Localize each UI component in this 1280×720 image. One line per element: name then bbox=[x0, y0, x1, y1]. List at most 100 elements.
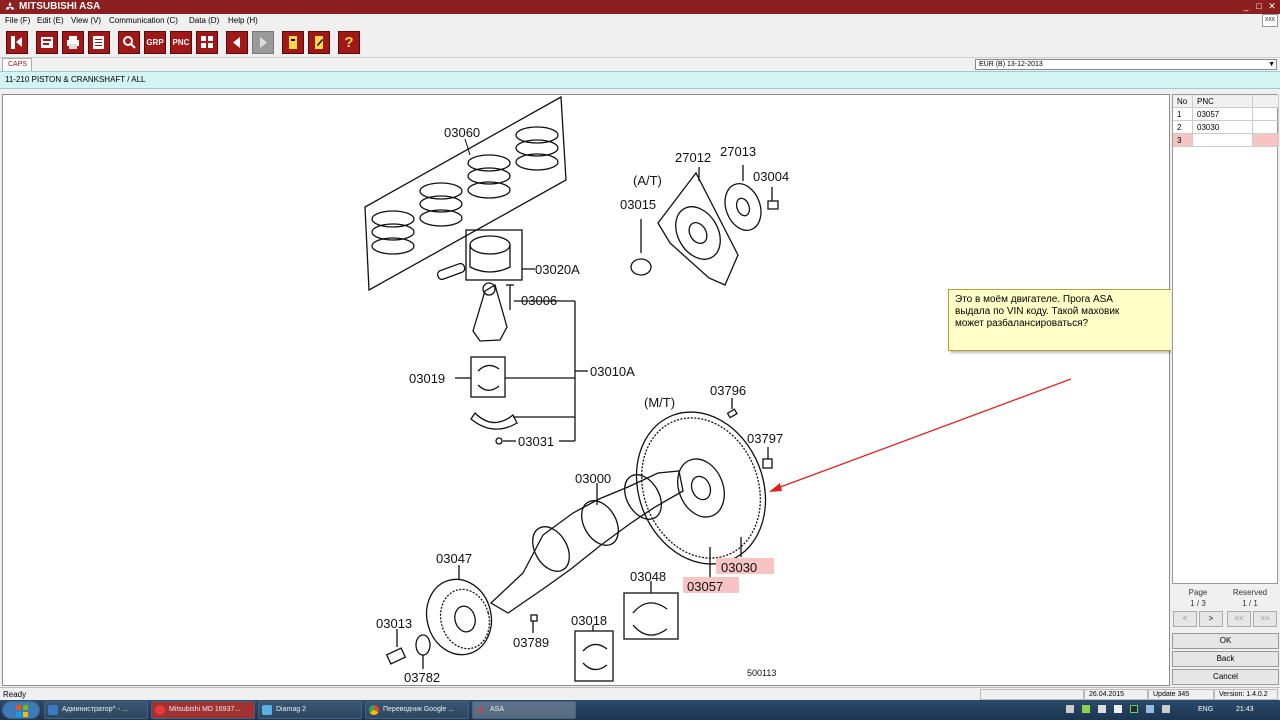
label-03048: 03048 bbox=[630, 569, 666, 584]
washer bbox=[415, 634, 431, 656]
taskbar-item-diamag-label: Diamag 2 bbox=[276, 706, 306, 713]
tray-app-icon[interactable] bbox=[1066, 705, 1074, 713]
drive-plate bbox=[657, 171, 739, 286]
piston-box bbox=[465, 229, 523, 281]
next-page-button[interactable]: > bbox=[1199, 611, 1223, 627]
table-row-1-pnc[interactable]: 03057 bbox=[1193, 108, 1253, 121]
toolbar-prev-button[interactable] bbox=[226, 31, 248, 54]
taskbar-item-admin-label: Администратор^ - ... bbox=[62, 706, 128, 713]
table-row-2-pnc[interactable]: 03030 bbox=[1193, 121, 1253, 134]
toolbar-memo-button[interactable] bbox=[282, 31, 304, 54]
memo-pin-icon bbox=[289, 36, 297, 49]
menu-edit[interactable]: Edit (E) bbox=[37, 16, 64, 25]
start-button[interactable] bbox=[2, 701, 40, 719]
status-ready: Ready bbox=[3, 690, 27, 699]
key bbox=[530, 614, 538, 622]
folder-window-icon bbox=[48, 705, 58, 715]
toolbar-list-button[interactable] bbox=[88, 31, 110, 54]
column-header-pnc[interactable]: PNC bbox=[1193, 95, 1253, 108]
table-row-1-no[interactable]: 1 bbox=[1173, 108, 1193, 121]
toolbar-memo2-button[interactable] bbox=[308, 31, 330, 54]
tray-volume-icon[interactable] bbox=[1162, 705, 1170, 713]
bearing-box bbox=[470, 356, 506, 398]
toolbar-grid-button[interactable] bbox=[196, 31, 218, 54]
toolbar-grp-button[interactable]: GRP bbox=[144, 31, 166, 54]
label-03030[interactable]: 03030 bbox=[721, 560, 757, 575]
toolbar-help-button[interactable]: ? bbox=[338, 31, 360, 54]
annotation-arrow-head bbox=[769, 483, 782, 492]
first-page-button[interactable]: << bbox=[1227, 611, 1251, 627]
taskbar-item-asa[interactable]: ASA bbox=[472, 701, 576, 719]
toolbar-pnc-button[interactable]: PNC bbox=[170, 31, 192, 54]
page-label: Page bbox=[1188, 588, 1208, 597]
memo-edit-icon bbox=[315, 36, 323, 49]
grid-icon bbox=[201, 36, 213, 48]
exit-door-icon bbox=[11, 36, 22, 49]
table-row-3-extra[interactable] bbox=[1253, 134, 1279, 147]
taskbar: Администратор^ - ... Mitsubishi MD 16937… bbox=[0, 700, 1280, 720]
close-button[interactable]: ✕ bbox=[1266, 1, 1278, 12]
prev-page-button[interactable]: < bbox=[1173, 611, 1197, 627]
table-row-3-no[interactable]: 3 bbox=[1173, 134, 1193, 147]
taskbar-item-admin[interactable]: Администратор^ - ... bbox=[44, 701, 148, 719]
tray-language[interactable]: ENG bbox=[1198, 706, 1213, 713]
label-03015: 03015 bbox=[620, 197, 656, 212]
taskbar-item-mitsubishi[interactable]: Mitsubishi MD 16937... bbox=[151, 701, 255, 719]
toolbar-print-button[interactable] bbox=[62, 31, 84, 54]
label-03057[interactable]: 03057 bbox=[687, 579, 723, 594]
label-03031: 03031 bbox=[518, 434, 554, 449]
toolbar-exit-button[interactable] bbox=[6, 31, 28, 54]
menu-data[interactable]: Data (D) bbox=[189, 16, 219, 25]
arrow-right-icon bbox=[260, 37, 267, 48]
tray-network-icon[interactable] bbox=[1082, 705, 1090, 713]
crank-pulley bbox=[425, 578, 493, 656]
tray-signal-icon[interactable] bbox=[1146, 705, 1154, 713]
tab-caps[interactable]: CAPS bbox=[2, 58, 32, 71]
taskbar-item-diamag[interactable]: Diamag 2 bbox=[258, 701, 362, 719]
printer-icon bbox=[67, 36, 79, 49]
windows-logo-icon bbox=[16, 705, 28, 717]
column-header-no[interactable]: No bbox=[1173, 95, 1193, 108]
menu-communication[interactable]: Communication (C) bbox=[109, 16, 178, 25]
piston-rings bbox=[371, 126, 559, 255]
system-tray: ENG 21:43 bbox=[1060, 700, 1280, 720]
label-27012: 27012 bbox=[675, 150, 711, 165]
toolbar-catalog-button[interactable] bbox=[36, 31, 58, 54]
toolbar-search-button[interactable] bbox=[118, 31, 140, 54]
tray-monitor-icon[interactable] bbox=[1130, 705, 1138, 713]
taskbar-item-translator[interactable]: Переводчик Google ... bbox=[365, 701, 469, 719]
pulley-bolt bbox=[385, 647, 407, 665]
label-03004: 03004 bbox=[753, 169, 789, 184]
label-03010a: 03010A bbox=[590, 364, 635, 379]
label-03060: 03060 bbox=[444, 125, 480, 140]
last-page-button[interactable]: >> bbox=[1253, 611, 1277, 627]
status-version: Version: 1.4.0.2 bbox=[1214, 689, 1278, 700]
ok-button[interactable]: OK bbox=[1172, 633, 1279, 649]
menu-view[interactable]: View (V) bbox=[71, 16, 101, 25]
tray-tools-icon[interactable] bbox=[1098, 705, 1106, 713]
minimize-button[interactable]: _ bbox=[1240, 1, 1252, 12]
tray-clock[interactable]: 21:43 bbox=[1236, 706, 1254, 713]
toolbar-next-button[interactable] bbox=[252, 31, 274, 54]
table-row-2-no[interactable]: 2 bbox=[1173, 121, 1193, 134]
region-select-value: EUR (B) 13-12-2013 bbox=[979, 61, 1043, 68]
menu-help[interactable]: Help (H) bbox=[228, 16, 258, 25]
maximize-button[interactable]: □ bbox=[1253, 1, 1265, 12]
back-button[interactable]: Back bbox=[1172, 651, 1279, 667]
column-header-blank bbox=[1253, 95, 1279, 108]
tray-usb-icon[interactable] bbox=[1114, 705, 1122, 713]
cancel-button[interactable]: Cancel bbox=[1172, 669, 1279, 685]
label-03782: 03782 bbox=[404, 670, 440, 685]
label-03020a: 03020A bbox=[535, 262, 580, 277]
diamag-app-icon bbox=[262, 705, 272, 715]
menu-file[interactable]: File (F) bbox=[5, 16, 30, 25]
table-row-2-extra[interactable] bbox=[1253, 121, 1279, 134]
table-row-1-extra[interactable] bbox=[1253, 108, 1279, 121]
search-icon bbox=[123, 36, 136, 49]
menu-bar: File (F) Edit (E) View (V) Communication… bbox=[0, 14, 1280, 28]
thrust-bearing-box bbox=[574, 630, 614, 682]
label-03006: 03006 bbox=[521, 293, 557, 308]
region-select[interactable]: EUR (B) 13-12-2013 ▼ bbox=[975, 59, 1277, 70]
table-row-3-pnc[interactable] bbox=[1193, 134, 1253, 147]
label-03796: 03796 bbox=[710, 383, 746, 398]
